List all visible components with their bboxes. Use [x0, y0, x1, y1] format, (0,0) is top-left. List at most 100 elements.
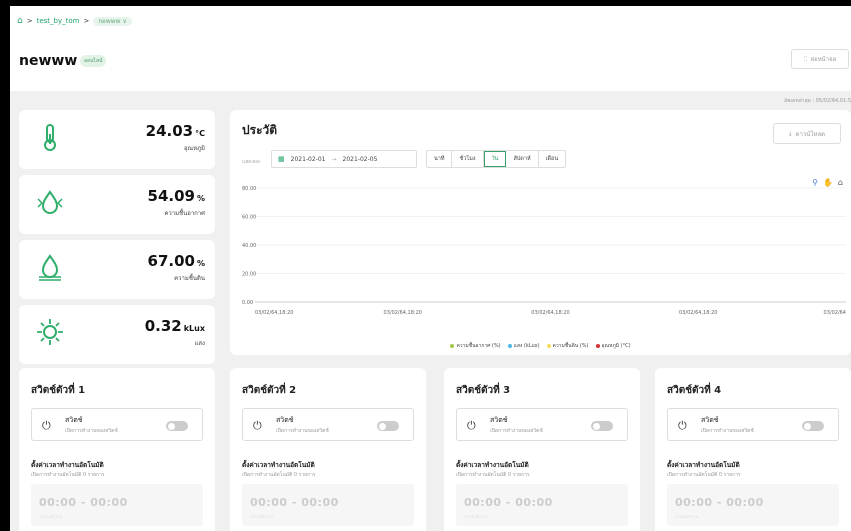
legend-dot [546, 344, 551, 348]
reset-home-icon[interactable]: ⌂ [838, 178, 843, 187]
sensor-label: ความชื้นอากาศ [164, 210, 205, 217]
sensor-card-temperature: 24.03 °C อุณหภูมิ [19, 110, 215, 169]
sensor-value: 67.00% [147, 252, 205, 270]
switch-control: ⏻ สวิตช์ เปิดการทำงานของสวิตช์ [242, 408, 414, 441]
tab-day[interactable]: วัน [483, 151, 507, 167]
sensor-value: 0.32 kLux [144, 317, 205, 335]
y-tick-label: 0.00 [242, 300, 253, 306]
switch-desc: เปิดการทำงานของสวิตช์ [701, 428, 754, 434]
sensor-value: 54.09% [147, 187, 205, 205]
page-header: ⌂ > test_by_tom > newww ∨ newww ออนไลน์ … [10, 6, 851, 91]
date-to[interactable]: 2021-02-05 [343, 156, 378, 163]
last-updated: อัพเดทล่าสุด : 05/02/64,01:5 [784, 98, 851, 104]
switch-toggle[interactable] [802, 421, 824, 431]
schedule-title: ตั้งค่าเวลาทำงานอัตโนมัติ [456, 461, 529, 469]
y-tick-label: 80.00 [242, 186, 256, 192]
switch-title: สวิตช์ตัวที่ 1 [31, 385, 86, 396]
pan-hand-icon[interactable]: ✋ [823, 178, 833, 187]
sensor-value: 24.03 °C [145, 122, 205, 140]
switch-desc: เปิดการทำงานของสวิตช์ [276, 428, 329, 434]
chart-toolbar: ⚲ ✋ ⌂ [812, 178, 843, 187]
power-icon: ⏻ [253, 419, 262, 432]
schedule-subtitle: เปิดการทำงานอัตโนมัติ 0 รายการ [242, 472, 316, 478]
zoom-icon[interactable]: ⚲ [812, 178, 818, 187]
date-from[interactable]: 2021-02-01 [291, 156, 326, 163]
x-tick-label: 03/02/64 [824, 310, 846, 316]
schedule-time-sub: รายวันทำงาน [675, 514, 699, 519]
switch-control: ⏻ สวิตช์ เปิดการทำงานของสวิตช์ [667, 408, 839, 441]
legend-dot [507, 344, 512, 348]
power-icon: ⏻ [42, 419, 51, 432]
x-tick-label: 03/02/64,18:20 [679, 310, 717, 316]
breadcrumb-current-dropdown[interactable]: newww ∨ [93, 16, 132, 26]
schedule-time: 00:00 - 00:00 [464, 496, 553, 509]
minimize-screen-button[interactable]: ⁚⁚ ย่อหน้าจอ [791, 49, 849, 69]
switch-control: ⏻ สวิตช์ เปิดการทำงานของสวิตช์ [456, 408, 628, 441]
date-separator: → [331, 155, 337, 163]
history-card: 80.00 60.00 40.00 20.00 0.00 03/02/64,18:20 03… [230, 110, 851, 355]
sensor-card-air-humidity: 54.09% ความชื้นอากาศ [19, 175, 215, 234]
chart-legend: ความชื้นอากาศ (%) แสง (kLux) ความชื้นดิน… [230, 342, 851, 350]
schedule-time-sub: รายวันทำงาน [39, 514, 63, 519]
switch-toggle[interactable] [591, 421, 613, 431]
schedule-time-box[interactable]: 00:00 - 00:00 รายวันทำงาน [456, 484, 628, 526]
legend-dot [595, 344, 600, 348]
sensor-label: ความชื้นดิน [174, 275, 205, 282]
schedule-subtitle: เปิดการทำงานอัตโนมัติ 0 รายการ [667, 472, 741, 478]
legend-item[interactable]: ความชื้นดิน (%) [546, 342, 589, 350]
breadcrumb-separator: > [83, 17, 90, 25]
legend-item[interactable]: อุณหภูมิ (°C) [595, 342, 631, 350]
x-tick-label: 03/02/64,18:20 [255, 310, 293, 316]
switch-name: สวิตช์ [490, 416, 508, 424]
schedule-time-box[interactable]: 00:00 - 00:00 รายวันทำงาน [667, 484, 839, 526]
switch-toggle[interactable] [166, 421, 188, 431]
schedule-time: 00:00 - 00:00 [39, 496, 128, 509]
interval-tabs: นาที ชั่วโมง วัน สัปดาห์ เดือน [426, 150, 567, 168]
switch-title: สวิตช์ตัวที่ 3 [456, 385, 511, 396]
breadcrumb-current: newww [98, 17, 121, 25]
breadcrumb-project[interactable]: test_by_tom [37, 17, 80, 25]
grid-icon: ⁚⁚ [803, 55, 808, 63]
download-button[interactable]: ⤓ ดาวน์โหลด [773, 123, 841, 144]
switch-desc: เปิดการทำงานของสวิตช์ [65, 428, 118, 434]
switch-name: สวิตช์ [276, 416, 294, 424]
switch-name: สวิตช์ [65, 416, 83, 424]
tab-month[interactable]: เดือน [539, 151, 566, 167]
switch-card-1: สวิตช์ตัวที่ 1 ⏻ สวิตช์ เปิดการทำงานของส… [19, 368, 215, 531]
schedule-time: 00:00 - 00:00 [675, 496, 764, 509]
schedule-time-box[interactable]: 00:00 - 00:00 รายวันทำงาน [242, 484, 414, 526]
power-icon: ⏻ [678, 419, 687, 432]
tab-hour[interactable]: ชั่วโมง [452, 151, 484, 167]
breadcrumb-separator: > [26, 17, 33, 25]
schedule-time-box[interactable]: 00:00 - 00:00 รายวันทำงาน [31, 484, 203, 526]
app-frame: ⌂ > test_by_tom > newww ∨ newww ออนไลน์ … [10, 6, 851, 531]
date-range-picker[interactable]: ▦ 2021-02-01 → 2021-02-05 [271, 150, 417, 168]
humidity-icon [37, 190, 63, 214]
soil-moisture-icon [39, 254, 61, 281]
tab-week[interactable]: สัปดาห์ [506, 151, 539, 167]
sensor-card-soil-moisture: 67.00% ความชื้นดิน [19, 240, 215, 299]
calendar-icon: ▦ [278, 155, 285, 163]
tab-minute[interactable]: นาที [427, 151, 453, 167]
legend-item[interactable]: ความชื้นอากาศ (%) [450, 342, 501, 350]
switch-card-4: สวิตช์ตัวที่ 4 ⏻ สวิตช์ เปิดการทำงานของส… [655, 368, 851, 531]
switch-card-3: สวิตช์ตัวที่ 3 ⏻ สวิตช์ เปิดการทำงานของส… [444, 368, 640, 531]
status-badge: ออนไลน์ [80, 55, 107, 67]
legend-item[interactable]: แสง (kLux) [507, 342, 540, 350]
x-tick-label: 03/02/64,18:20 [531, 310, 569, 316]
schedule-title: ตั้งค่าเวลาทำงานอัตโนมัติ [667, 461, 740, 469]
switch-toggle[interactable] [377, 421, 399, 431]
download-icon: ⤓ [788, 129, 792, 137]
y-tick-label: 40.00 [242, 243, 256, 249]
switch-card-2: สวิตช์ตัวที่ 2 ⏻ สวิตช์ เปิดการทำงานของส… [230, 368, 426, 531]
schedule-time-sub: รายวันทำงาน [464, 514, 488, 519]
schedule-subtitle: เปิดการทำงานอัตโนมัติ 0 รายการ [456, 472, 530, 478]
switch-title: สวิตช์ตัวที่ 4 [667, 385, 722, 396]
thermometer-icon [44, 124, 56, 151]
schedule-title: ตั้งค่าเวลาทำงานอัตโนมัติ [31, 461, 104, 469]
breadcrumb: ⌂ > test_by_tom > newww ∨ [17, 16, 132, 26]
y-tick-label: 60.00 [242, 215, 256, 221]
home-icon[interactable]: ⌂ [17, 16, 23, 26]
switch-name: สวิตช์ [701, 416, 719, 424]
sensor-card-light: 0.32 kLux แสง [19, 305, 215, 364]
